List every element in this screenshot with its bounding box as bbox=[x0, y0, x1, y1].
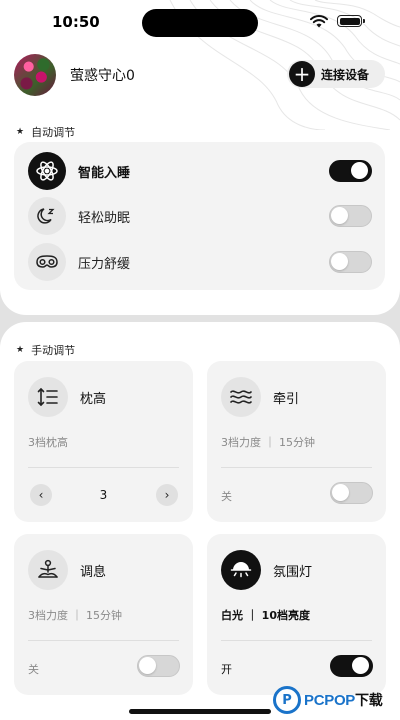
traction-state-label: 关 bbox=[221, 490, 232, 503]
username: 萤惑守心0 bbox=[70, 68, 135, 84]
easy-sleep-toggle[interactable] bbox=[329, 205, 372, 227]
user-profile[interactable]: 萤惑守心0 bbox=[14, 54, 135, 96]
meditation-icon bbox=[28, 550, 68, 590]
home-indicator bbox=[129, 709, 271, 714]
divider bbox=[221, 467, 372, 468]
traction-title: 牵引 bbox=[273, 391, 300, 407]
watermark-brand: PCPOP bbox=[304, 692, 356, 709]
auto-item-stress-relief[interactable]: 压力舒缓 bbox=[28, 243, 372, 281]
connect-device-button[interactable]: + 连接设备 bbox=[287, 60, 385, 88]
avatar[interactable] bbox=[14, 54, 56, 96]
manual-section-title: ★ 手动调节 bbox=[16, 342, 75, 358]
status-bar: 10:50 bbox=[0, 0, 400, 46]
watermark: P PCPOP下载 bbox=[273, 683, 383, 717]
divider bbox=[28, 467, 179, 468]
star-icon: ★ bbox=[16, 127, 25, 137]
auto-item-label: 压力舒缓 bbox=[78, 256, 131, 272]
auto-adjust-card: 智能入睡 轻松助眠 压力舒缓 bbox=[14, 142, 385, 290]
smart-sleep-toggle[interactable] bbox=[329, 160, 372, 182]
divider bbox=[28, 640, 179, 641]
breathing-card[interactable]: 调息 3档力度 ｜ 15分钟 关 bbox=[14, 534, 193, 695]
pillow-height-subtitle: 3档枕高 bbox=[28, 436, 68, 449]
ambient-light-card[interactable]: 氛围灯 白光 ｜ 10档亮度 开 bbox=[207, 534, 386, 695]
breathing-title: 调息 bbox=[80, 564, 107, 580]
auto-section-title: ★ 自动调节 bbox=[16, 124, 75, 140]
watermark-suffix: 下载 bbox=[355, 692, 383, 708]
goggles-icon bbox=[28, 243, 66, 281]
ambient-light-state-label: 开 bbox=[221, 663, 232, 676]
ambient-light-toggle[interactable] bbox=[330, 655, 373, 677]
traction-subtitle: 3档力度 ｜ 15分钟 bbox=[221, 436, 315, 449]
manual-section-label: 手动调节 bbox=[31, 344, 76, 357]
auto-item-smart-sleep[interactable]: 智能入睡 bbox=[28, 152, 372, 190]
bottom-panel: ★ 手动调节 枕高 3档枕高 ‹ 3 › 牵引 3档力度 ｜ 15分钟 关 调息… bbox=[0, 322, 400, 720]
increase-button[interactable]: › bbox=[156, 484, 178, 506]
traction-toggle[interactable] bbox=[330, 482, 373, 504]
top-panel: 10:50 萤惑守心0 + 连接设备 ★ 自动调节 智能入睡 轻松助眠 压力舒缓 bbox=[0, 0, 400, 315]
watermark-text: PCPOP下载 bbox=[304, 690, 383, 710]
lamp-icon bbox=[221, 550, 261, 590]
pillow-height-card[interactable]: 枕高 3档枕高 ‹ 3 › bbox=[14, 361, 193, 522]
plus-icon: + bbox=[289, 61, 315, 87]
breathing-subtitle: 3档力度 ｜ 15分钟 bbox=[28, 609, 122, 622]
auto-item-easy-sleep[interactable]: 轻松助眠 bbox=[28, 197, 372, 235]
battery-icon bbox=[337, 15, 365, 27]
auto-item-label: 轻松助眠 bbox=[78, 210, 131, 226]
traction-card[interactable]: 牵引 3档力度 ｜ 15分钟 关 bbox=[207, 361, 386, 522]
chevron-right-icon: › bbox=[164, 488, 170, 502]
atom-icon bbox=[28, 152, 66, 190]
auto-section-label: 自动调节 bbox=[31, 126, 76, 139]
moon-zz-icon bbox=[28, 197, 66, 235]
status-time: 10:50 bbox=[52, 13, 100, 31]
stress-relief-toggle[interactable] bbox=[329, 251, 372, 273]
star-icon: ★ bbox=[16, 345, 25, 355]
ambient-light-title: 氛围灯 bbox=[273, 564, 313, 580]
breathing-state-label: 关 bbox=[28, 663, 39, 676]
waves-icon bbox=[221, 377, 261, 417]
pillow-height-title: 枕高 bbox=[80, 391, 107, 407]
breathing-toggle[interactable] bbox=[137, 655, 180, 677]
auto-item-label: 智能入睡 bbox=[78, 165, 131, 181]
wifi-icon bbox=[310, 15, 328, 28]
connect-device-label: 连接设备 bbox=[321, 67, 370, 82]
watermark-logo-icon: P bbox=[273, 686, 301, 714]
ambient-light-subtitle: 白光 ｜ 10档亮度 bbox=[221, 609, 310, 622]
height-adjust-icon bbox=[28, 377, 68, 417]
dynamic-island bbox=[142, 9, 258, 37]
divider bbox=[221, 640, 372, 641]
